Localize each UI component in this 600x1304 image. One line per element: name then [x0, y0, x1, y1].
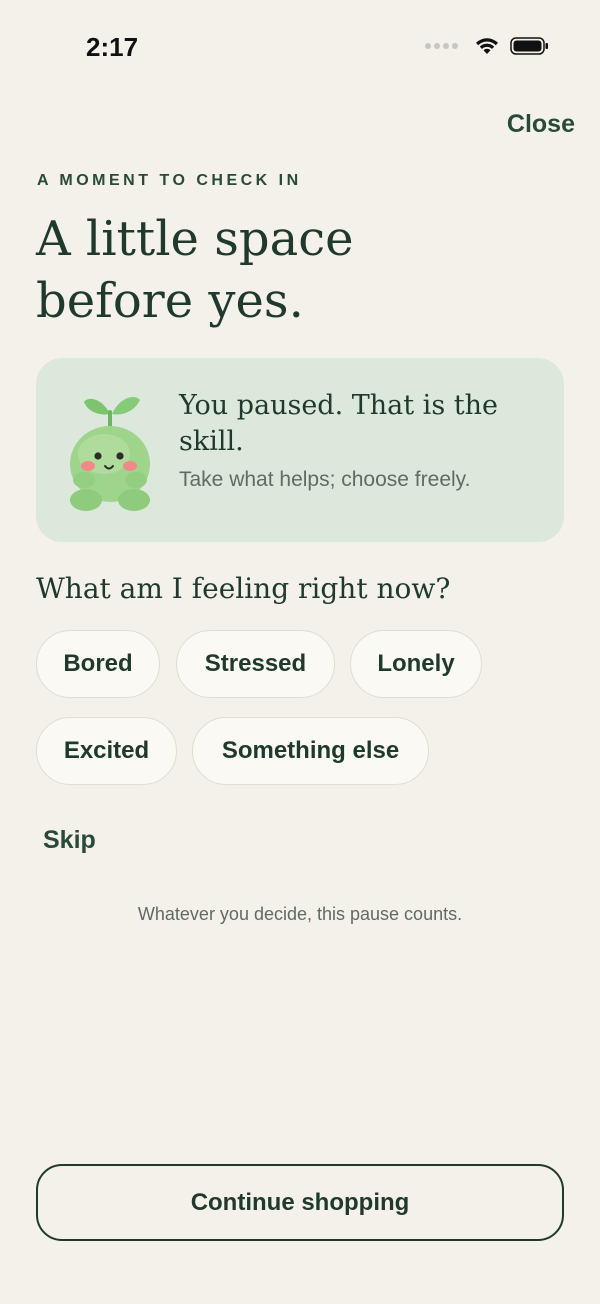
- feeling-chip-lonely[interactable]: Lonely: [350, 630, 482, 698]
- card-title: You paused. That is the skill.: [179, 390, 498, 457]
- status-time: 2:17: [86, 32, 139, 62]
- feeling-question: What am I feeling right now?: [36, 572, 451, 605]
- wifi-icon: [476, 38, 498, 54]
- encouragement-card: You paused. That is the skill. Take what…: [36, 358, 564, 542]
- sprout-mascot-icon: [70, 396, 150, 511]
- continue-shopping-button[interactable]: Continue shopping: [36, 1164, 564, 1241]
- status-icons: [425, 36, 550, 56]
- feeling-chip-something-else[interactable]: Something else: [192, 717, 429, 785]
- battery-icon: [510, 37, 548, 55]
- feeling-chip-bored[interactable]: Bored: [36, 630, 160, 698]
- card-subtitle: Take what helps; choose freely.: [179, 468, 471, 491]
- feeling-chip-stressed[interactable]: Stressed: [176, 630, 335, 698]
- cellular-signal-icon: [425, 43, 458, 49]
- feeling-chip-excited[interactable]: Excited: [36, 717, 177, 785]
- eyebrow-label: A MOMENT TO CHECK IN: [37, 172, 302, 189]
- page-title: A little space before yes.: [36, 211, 354, 329]
- reassurance-text: Whatever you decide, this pause counts.: [137, 904, 463, 924]
- status-bar: 2:17: [0, 0, 600, 96]
- close-button[interactable]: Close: [507, 110, 575, 139]
- skip-button[interactable]: Skip: [43, 826, 96, 855]
